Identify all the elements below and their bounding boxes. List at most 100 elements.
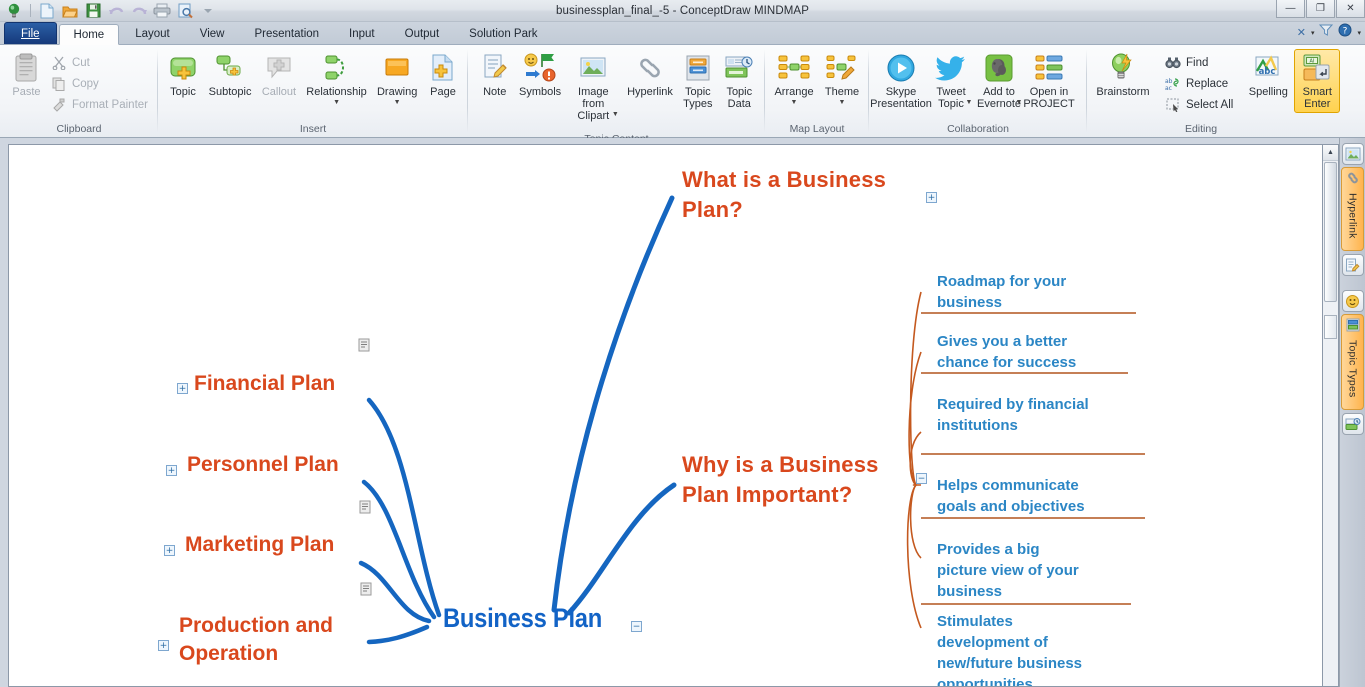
hyperlink-pane-tab[interactable]: Hyperlink (1341, 167, 1364, 251)
print-icon[interactable] (152, 2, 172, 20)
relationship-button[interactable]: Relationship ▼ (302, 49, 372, 109)
topic-marketing-plan[interactable]: Marketing Plan (185, 531, 334, 559)
note-indicator-icon-financial-plan[interactable] (358, 338, 371, 352)
subtopic-helps-communicate-goals-and-objectives[interactable]: Helps communicate goals and objectives (937, 475, 1085, 517)
app-logo-icon[interactable] (4, 2, 24, 20)
expand-icon-financial-plan[interactable]: + (177, 383, 188, 394)
tweet-topic-button[interactable]: Tweet Topic ▼ (929, 49, 973, 121)
drawing-button[interactable]: Drawing ▼ (372, 49, 422, 109)
drawing-caret-icon[interactable]: ▼ (394, 99, 401, 106)
image-from-clipart-button[interactable]: Image from Clipart ▼ (564, 49, 623, 133)
mindmap-canvas[interactable]: What is a Business Plan? + Why is a Busi… (8, 144, 1323, 687)
expand-icon-what-is-a-business-plan[interactable]: + (926, 192, 937, 203)
help-chevron-icon[interactable]: ▾ (1357, 29, 1361, 37)
quick-access-toolbar[interactable] (0, 2, 218, 20)
cut-button[interactable]: Cut (48, 52, 153, 73)
open-in-project-button[interactable]: Open in PROJECT (1023, 49, 1075, 113)
topic-data-button[interactable]: Topic Data (719, 49, 760, 113)
theme-button[interactable]: Theme ▼ (820, 49, 864, 109)
expand-icon-personnel-plan[interactable]: + (166, 465, 177, 476)
subtopic-button[interactable]: Subtopic (204, 49, 256, 101)
symbols-button[interactable]: Symbols (516, 49, 563, 101)
undo-icon[interactable] (106, 2, 126, 20)
spelling-button[interactable]: abc Spelling (1244, 49, 1292, 101)
callout-button[interactable]: Callout (257, 49, 301, 101)
hyperlink-button[interactable]: Hyperlink (623, 49, 677, 101)
note-indicator-icon-marketing-plan[interactable] (359, 500, 372, 514)
subtopic-required-by-financial-institutions[interactable]: Required by financial institutions (937, 394, 1089, 436)
arrange-caret-icon[interactable]: ▼ (791, 99, 798, 106)
copy-button[interactable]: Copy (48, 73, 153, 94)
help-icon[interactable]: ? (1338, 23, 1352, 42)
tab-view[interactable]: View (186, 23, 239, 44)
filter-icon[interactable] (1319, 23, 1334, 42)
subtopic-provides-a-big-picture-view-of-your-business[interactable]: Provides a big picture view of your busi… (937, 539, 1079, 602)
redo-icon[interactable] (129, 2, 149, 20)
subtopic-gives-you-a-better-chance-for-success[interactable]: Gives you a better chance for success (937, 331, 1076, 373)
replace-button[interactable]: ab ac Replace (1162, 73, 1238, 94)
add-to-evernote-button[interactable]: Add to Evernote ▼ (974, 49, 1024, 121)
expand-icon-production-and-operation[interactable]: + (158, 640, 169, 651)
topic-types-pane-tab[interactable]: Topic Types (1341, 314, 1364, 410)
minimize-button[interactable]: — (1276, 0, 1305, 18)
format-painter-button[interactable]: Format Painter (48, 94, 153, 115)
expand-icon-marketing-plan[interactable]: + (164, 545, 175, 556)
tab-layout[interactable]: Layout (121, 23, 184, 44)
scrollbar-split-grip[interactable] (1324, 315, 1337, 339)
topic-production-and-operation[interactable]: Production and Operation (179, 612, 333, 668)
subtopic-stimulates-development-of-new-future-business-opportunities[interactable]: Stimulates development of new/future bus… (937, 611, 1082, 686)
smart-enter-button[interactable]: AI Smart Enter (1294, 49, 1341, 113)
topic-personnel-plan[interactable]: Personnel Plan (187, 451, 339, 479)
ribbon-tab-strip[interactable]: File Home Layout View Presentation Input… (0, 22, 1365, 45)
page-button[interactable]: Page (423, 49, 463, 101)
tab-home[interactable]: Home (58, 24, 120, 45)
symbols-pane-icon[interactable] (1341, 290, 1364, 312)
window-controls[interactable]: — ❐ ✕ (1275, 0, 1365, 19)
tab-presentation[interactable]: Presentation (240, 23, 333, 44)
note-indicator-icon-production-and-operation[interactable] (360, 582, 373, 596)
print-preview-icon[interactable] (175, 2, 195, 20)
theme-caret-icon[interactable]: ▼ (839, 99, 846, 106)
topic-data-pane-icon[interactable] (1341, 413, 1364, 435)
mindmap-surface[interactable]: What is a Business Plan? + Why is a Busi… (9, 145, 1322, 686)
tab-solution-park[interactable]: Solution Park (455, 23, 551, 44)
open-icon[interactable] (60, 2, 80, 20)
relationship-caret-icon[interactable]: ▼ (333, 99, 340, 106)
topic-what-is-a-business-plan[interactable]: What is a Business Plan? (682, 165, 886, 225)
arrange-button[interactable]: Arrange ▼ (770, 49, 818, 109)
canvas-vertical-scrollbar[interactable]: ▲ (1323, 144, 1339, 687)
note-button[interactable]: Note (473, 49, 516, 101)
tabstrip-right-icons[interactable]: ✕ ▾ ? ▾ (1297, 23, 1361, 42)
task-pane-dock[interactable]: Hyperlink Topic Types (1339, 138, 1365, 687)
evernote-caret-icon[interactable]: ▼ (1016, 99, 1023, 106)
scrollbar-thumb[interactable] (1324, 162, 1337, 302)
center-topic-business-plan[interactable]: Business Plan (443, 603, 602, 633)
tab-output[interactable]: Output (391, 23, 454, 44)
collapse-icon-helps-communicate[interactable]: − (916, 473, 927, 484)
collapse-icon-business-plan[interactable]: − (631, 621, 642, 632)
tab-file[interactable]: File (4, 22, 57, 44)
new-icon[interactable] (37, 2, 57, 20)
clipart-pane-icon[interactable] (1341, 143, 1364, 165)
select-all-button[interactable]: Select All (1162, 94, 1238, 115)
clear-icon[interactable]: ✕ (1297, 26, 1306, 39)
scroll-up-arrow[interactable]: ▲ (1323, 145, 1338, 161)
note-pane-icon[interactable] (1341, 254, 1364, 276)
save-icon[interactable] (83, 2, 103, 20)
chevron-down-icon[interactable]: ▾ (1311, 29, 1315, 37)
topic-financial-plan[interactable]: Financial Plan (194, 370, 335, 398)
subtopic-roadmap-for-your-business[interactable]: Roadmap for your business (937, 271, 1066, 313)
topic-why-is-a-business-plan-important[interactable]: Why is a Business Plan Important? (682, 450, 879, 510)
close-button[interactable]: ✕ (1336, 0, 1365, 18)
image-clipart-caret-icon[interactable]: ▼ (612, 111, 619, 118)
paste-button[interactable]: Paste (5, 49, 48, 101)
brainstorm-button[interactable]: Brainstorm (1092, 49, 1154, 101)
qat-overflow-icon[interactable] (198, 2, 218, 20)
topic-types-button[interactable]: Topic Types (677, 49, 718, 113)
restore-button[interactable]: ❐ (1306, 0, 1335, 18)
skype-presentation-button[interactable]: Skype Presentation (870, 49, 932, 113)
tab-input[interactable]: Input (335, 23, 389, 44)
find-button[interactable]: Find (1162, 52, 1238, 73)
topic-button[interactable]: Topic (163, 49, 203, 101)
tweet-topic-caret-icon[interactable]: ▼ (966, 99, 973, 106)
